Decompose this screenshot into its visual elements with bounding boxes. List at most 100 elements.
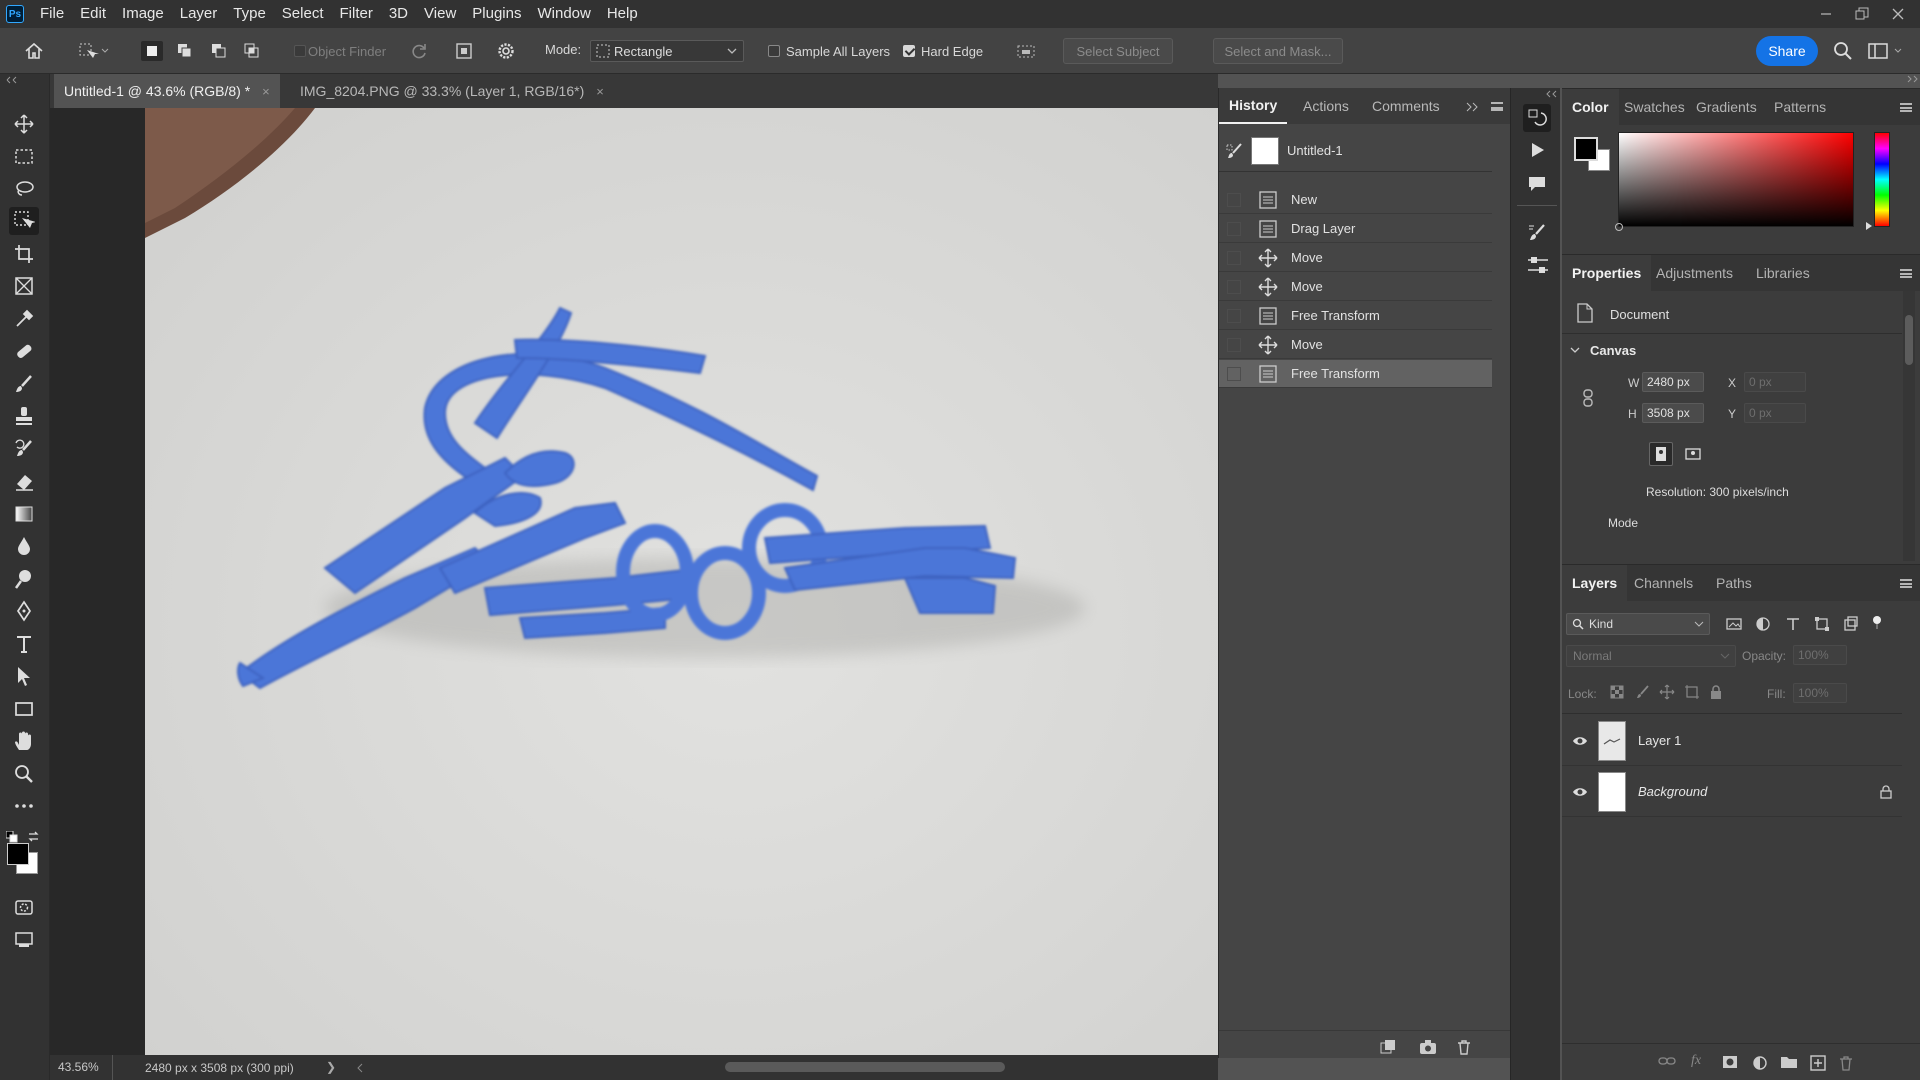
eye-visibility-icon[interactable] xyxy=(1572,786,1588,798)
new-document-from-state-icon[interactable] xyxy=(1379,1039,1399,1057)
mode-dropdown[interactable]: Rectangle xyxy=(590,40,744,62)
quick-mask-icon[interactable] xyxy=(9,893,39,921)
tab-history[interactable]: History xyxy=(1219,88,1288,124)
comment-icon[interactable] xyxy=(1527,174,1549,196)
scroll-left-icon[interactable] xyxy=(355,1063,365,1073)
swap-colors-icon[interactable] xyxy=(27,830,40,843)
history-menu-icon[interactable] xyxy=(1491,102,1503,111)
properties-panel-menu-icon[interactable] xyxy=(1900,269,1912,278)
foreground-color-chip[interactable] xyxy=(1574,137,1598,161)
tab-comments[interactable]: Comments xyxy=(1362,88,1450,124)
play-action-icon[interactable] xyxy=(1527,140,1549,162)
link-layers-icon[interactable] xyxy=(1658,1055,1676,1071)
tab-img-8204[interactable]: IMG_8204.PNG @ 33.3% (Layer 1, RGB/16*) … xyxy=(290,74,614,108)
new-selection-icon[interactable] xyxy=(141,41,163,61)
history-brush-source-toggle[interactable] xyxy=(1227,221,1241,236)
status-menu-arrow-icon[interactable]: ❯ xyxy=(326,1060,336,1074)
tab-color[interactable]: Color xyxy=(1562,89,1619,125)
tab-untitled-1[interactable]: Untitled-1 @ 43.6% (RGB/8) * × xyxy=(54,74,280,108)
restore-button[interactable] xyxy=(1844,0,1880,28)
lock-transparent-pixels-icon[interactable] xyxy=(1610,685,1624,699)
background-layer-name[interactable]: Background xyxy=(1638,784,1707,799)
filter-type-layers-icon[interactable] xyxy=(1785,616,1801,632)
camera-icon[interactable] xyxy=(1419,1039,1439,1057)
select-and-mask-button[interactable]: Select and Mask... xyxy=(1213,38,1343,64)
tab-swatches[interactable]: Swatches xyxy=(1614,89,1695,125)
intersect-selection-icon[interactable] xyxy=(241,41,263,61)
tab-adjustments[interactable]: Adjustments xyxy=(1646,255,1743,291)
menu-filter[interactable]: Filter xyxy=(332,0,381,28)
menu-view[interactable]: View xyxy=(416,0,464,28)
hue-slider-handle[interactable] xyxy=(1866,222,1872,230)
rectangle-tool-icon[interactable] xyxy=(9,695,39,723)
frame-tool-icon[interactable] xyxy=(9,272,39,300)
default-colors-icon[interactable] xyxy=(6,831,18,843)
gradient-tool-icon[interactable] xyxy=(9,500,39,528)
menu-help[interactable]: Help xyxy=(599,0,646,28)
filter-smart-objects-icon[interactable] xyxy=(1843,616,1859,632)
history-state-row[interactable]: Move xyxy=(1219,273,1492,301)
canvas-area[interactable] xyxy=(50,108,1218,1055)
object-selection-tool-icon[interactable] xyxy=(9,207,39,235)
collapse-panel-icon[interactable] xyxy=(1466,102,1478,112)
history-panel-icon[interactable] xyxy=(1523,104,1551,132)
layer-fx-icon[interactable]: fx xyxy=(1691,1053,1709,1071)
layer-row-background[interactable]: Background xyxy=(1562,767,1902,817)
blend-mode-dropdown[interactable]: Normal xyxy=(1566,645,1736,667)
layers-panel-menu-icon[interactable] xyxy=(1900,579,1912,588)
history-brush-source-toggle[interactable] xyxy=(1227,366,1241,381)
collapse-right-dock-icon[interactable] xyxy=(1907,75,1919,83)
menu-3d[interactable]: 3D xyxy=(381,0,416,28)
history-brush-source-toggle[interactable] xyxy=(1227,337,1241,352)
lasso-tool-icon[interactable] xyxy=(9,175,39,203)
dodge-tool-icon[interactable] xyxy=(9,565,39,593)
type-tool-icon[interactable] xyxy=(9,630,39,658)
history-state-row[interactable]: Drag Layer xyxy=(1219,215,1492,243)
history-brush-source-toggle[interactable] xyxy=(1227,192,1241,207)
tool-preset-picker-icon[interactable] xyxy=(76,40,110,62)
tab-actions[interactable]: Actions xyxy=(1293,88,1359,124)
delete-layer-icon[interactable] xyxy=(1838,1055,1854,1071)
tab-channels[interactable]: Channels xyxy=(1624,565,1703,601)
share-button[interactable]: Share xyxy=(1756,36,1818,66)
select-inside-frame-icon[interactable] xyxy=(1014,40,1038,62)
foreground-color-swatch[interactable] xyxy=(7,843,29,865)
search-icon[interactable] xyxy=(1831,40,1855,62)
lock-all-icon[interactable] xyxy=(1709,684,1723,700)
history-brush-source-toggle[interactable] xyxy=(1227,250,1241,265)
lock-artboard-icon[interactable] xyxy=(1684,684,1700,700)
crop-tool-icon[interactable] xyxy=(9,240,39,268)
tab-paths[interactable]: Paths xyxy=(1706,565,1762,601)
hand-tool-icon[interactable] xyxy=(9,727,39,755)
collapse-dock-icon[interactable] xyxy=(1546,90,1558,98)
properties-scrollbar[interactable] xyxy=(1903,291,1915,561)
minimize-button[interactable] xyxy=(1808,0,1844,28)
move-tool-icon[interactable] xyxy=(9,110,39,138)
collapse-toolbar-icon[interactable] xyxy=(6,76,18,84)
tab-properties[interactable]: Properties xyxy=(1562,255,1652,291)
lock-image-pixels-icon[interactable] xyxy=(1636,685,1650,699)
clone-stamp-tool-icon[interactable] xyxy=(9,402,39,430)
history-state-row[interactable]: New xyxy=(1219,186,1492,214)
document-canvas[interactable] xyxy=(145,108,1218,1055)
hard-edge-checkbox[interactable] xyxy=(901,43,917,59)
refresh-icon[interactable] xyxy=(407,40,431,62)
brush-tool-icon[interactable] xyxy=(9,370,39,398)
close-tab-icon[interactable]: × xyxy=(596,84,604,99)
history-brush-source-toggle[interactable] xyxy=(1227,308,1241,323)
history-brush-source-toggle[interactable] xyxy=(1227,279,1241,294)
filter-toggle-icon[interactable] xyxy=(1870,615,1884,629)
workspace-switcher-icon[interactable] xyxy=(1866,40,1906,62)
menu-layer[interactable]: Layer xyxy=(172,0,226,28)
new-layer-icon[interactable] xyxy=(1810,1055,1826,1071)
lock-position-icon[interactable] xyxy=(1659,684,1675,700)
eyedropper-tool-icon[interactable] xyxy=(9,305,39,333)
add-mask-icon[interactable] xyxy=(1722,1055,1738,1071)
history-state-row[interactable]: Move xyxy=(1219,331,1492,359)
sample-all-layers-checkbox[interactable] xyxy=(766,43,782,59)
menu-window[interactable]: Window xyxy=(529,0,598,28)
fill-input[interactable]: 100% xyxy=(1793,683,1847,703)
canvas-height-input[interactable]: 3508 px xyxy=(1642,403,1704,423)
lock-icon[interactable] xyxy=(1880,784,1892,799)
canvas-y-input[interactable]: 0 px xyxy=(1744,403,1806,423)
